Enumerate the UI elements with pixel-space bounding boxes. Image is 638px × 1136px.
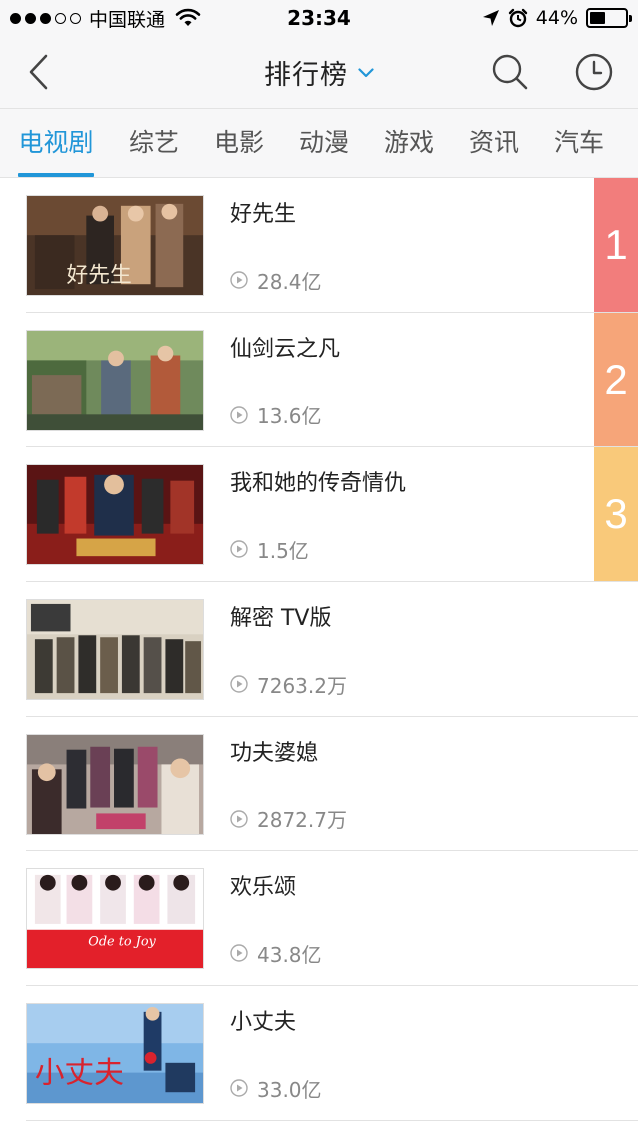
- ranking-row[interactable]: 功夫婆媳 2872.7万: [0, 717, 638, 852]
- ranking-row[interactable]: 我和她的传奇情仇 1.5亿 3: [0, 447, 638, 583]
- play-count-icon: [230, 1079, 248, 1097]
- play-count: 7263.2万: [230, 671, 347, 698]
- show-title: 我和她的传奇情仇: [230, 471, 407, 497]
- show-title: 解密 TV版: [230, 606, 332, 632]
- svg-text:Ode to Joy: Ode to Joy: [88, 935, 156, 950]
- show-title: 小丈夫: [230, 1010, 297, 1036]
- play-count: 1.5亿: [230, 536, 309, 563]
- play-count: 43.8亿: [230, 940, 322, 967]
- tab-news[interactable]: 资讯: [452, 109, 536, 177]
- battery-percent: 44%: [535, 7, 578, 29]
- play-count-value: 7263.2万: [257, 673, 347, 698]
- play-count-value: 13.6亿: [257, 404, 322, 429]
- battery-level: [590, 12, 605, 24]
- show-title: 欢乐颂: [230, 875, 297, 901]
- play-count-icon: [230, 405, 248, 424]
- ranking-row[interactable]: 仙剑云之凡 13.6亿 2: [0, 312, 638, 448]
- play-count: 28.4亿: [230, 267, 322, 294]
- play-count-icon: [230, 675, 248, 693]
- ranking-row[interactable]: Ode to Joy 欢乐颂 43.8亿: [0, 851, 638, 987]
- rank-badge: 3: [594, 447, 638, 582]
- show-title: 功夫婆媳: [230, 740, 319, 766]
- play-count: 33.0亿: [230, 1075, 322, 1102]
- active-tab-indicator: [18, 173, 94, 177]
- rank-badge: 2: [594, 312, 638, 447]
- play-count-value: 2872.7万: [257, 808, 347, 833]
- play-count-value: 28.4亿: [257, 269, 322, 294]
- svg-text:小丈夫: 小丈夫: [35, 1056, 124, 1090]
- poster-thumbnail[interactable]: [26, 464, 204, 566]
- search-icon: [492, 54, 528, 90]
- show-title: 好先生: [230, 202, 297, 227]
- status-right: 44%: [482, 5, 632, 31]
- category-tabs: 电视剧 综艺 电影 动漫 游戏 资讯 汽车: [0, 108, 638, 178]
- play-count-icon: [230, 944, 248, 963]
- tab-auto[interactable]: 汽车: [537, 109, 621, 177]
- tab-games[interactable]: 游戏: [367, 109, 451, 177]
- history-button[interactable]: [572, 50, 616, 94]
- poster-thumbnail[interactable]: Ode to Joy: [26, 868, 204, 970]
- title-dropdown[interactable]: 排行榜: [0, 36, 638, 108]
- poster-thumbnail[interactable]: [26, 329, 204, 431]
- play-count-value: 1.5亿: [257, 538, 309, 563]
- poster-thumbnail[interactable]: [26, 599, 204, 701]
- play-count: 2872.7万: [230, 806, 347, 832]
- play-count-icon: [230, 540, 248, 559]
- status-bar: 中国联通 23:34 44%: [0, 0, 638, 36]
- ranking-row[interactable]: 小丈夫 小丈夫 33.0亿: [0, 986, 638, 1121]
- row-divider: [26, 1119, 638, 1121]
- alarm-clock-icon: [508, 8, 527, 28]
- tab-tv-series[interactable]: 电视剧: [14, 109, 98, 177]
- history-clock-icon: [575, 53, 613, 91]
- tab-variety[interactable]: 综艺: [112, 109, 196, 177]
- poster-thumbnail[interactable]: 好先生: [26, 195, 204, 296]
- title-dropdown-chevron-icon: [358, 68, 374, 78]
- page-title: 排行榜: [264, 59, 348, 91]
- svg-text:好先生: 好先生: [67, 263, 132, 288]
- ranking-list: 好先生 好先生 28.4亿 1 仙剑云之凡 13.6亿 2 我和她的传奇情仇 1…: [0, 178, 638, 1121]
- ranking-row[interactable]: 解密 TV版 7263.2万: [0, 582, 638, 717]
- battery-icon: [586, 8, 632, 28]
- rank-badge: 1: [594, 178, 638, 312]
- play-count-value: 33.0亿: [257, 1077, 322, 1102]
- nav-bar: 排行榜: [0, 36, 638, 108]
- play-count: 13.6亿: [230, 402, 322, 428]
- ranking-row[interactable]: 好先生 好先生 28.4亿 1: [0, 178, 638, 313]
- play-count-icon: [230, 810, 248, 828]
- tab-anime[interactable]: 动漫: [282, 109, 366, 177]
- search-button[interactable]: [488, 50, 532, 94]
- poster-thumbnail[interactable]: [26, 733, 204, 835]
- poster-thumbnail[interactable]: 小丈夫: [26, 1003, 204, 1105]
- show-title: 仙剑云之凡: [230, 336, 341, 362]
- play-count-icon: [230, 271, 248, 289]
- play-count-value: 43.8亿: [257, 942, 322, 967]
- location-arrow-icon: [482, 10, 499, 26]
- tab-movies[interactable]: 电影: [197, 109, 281, 177]
